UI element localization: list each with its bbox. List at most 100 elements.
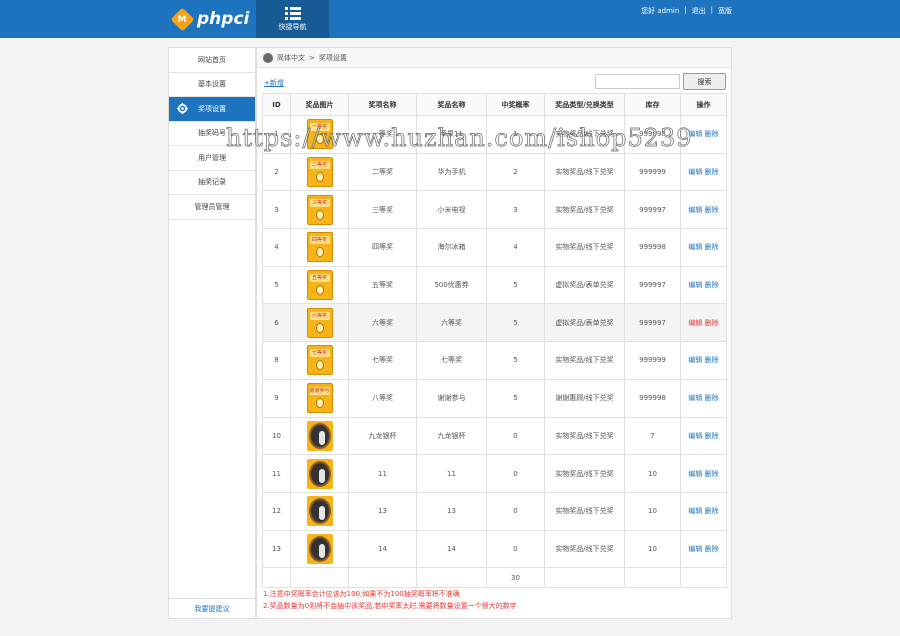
edit-link[interactable]: 编辑: [688, 394, 702, 402]
sidebar-item-users[interactable]: 用户管理: [169, 146, 255, 171]
sidebar-item-label: 奖项设置: [198, 104, 226, 113]
chest-tag: 二等奖: [309, 161, 330, 170]
delete-link[interactable]: 删除: [705, 281, 719, 289]
cell-empty: [290, 567, 349, 589]
cell-id: 3: [262, 190, 291, 230]
wide-mode-link[interactable]: 宽版: [718, 6, 732, 16]
silver-cup-icon: [306, 458, 333, 489]
delete-link[interactable]: 删除: [705, 507, 719, 515]
chest-tag: 一等奖: [309, 123, 330, 132]
breadcrumb-current: 奖项设置: [318, 53, 347, 62]
cell-id: 8: [262, 341, 291, 380]
prize-image: 谢谢参与: [306, 383, 333, 414]
cell-stock: 999997: [624, 190, 681, 230]
prize-image: 四等奖: [306, 232, 333, 263]
edit-link[interactable]: 编辑: [688, 281, 702, 289]
lock-icon: [315, 322, 324, 333]
delete-link[interactable]: 删除: [705, 356, 719, 364]
cell-level: 八等奖: [348, 378, 417, 418]
cell-stock: 10: [624, 529, 681, 569]
edit-link[interactable]: 编辑: [688, 130, 702, 138]
notes: 1.注意中奖概率合计应该为100;如果不为100抽奖概率将不准确 2.奖品数量为…: [263, 588, 517, 612]
edit-link[interactable]: 编辑: [688, 243, 702, 251]
cell-stock: 999998: [624, 378, 681, 418]
cell-prize: 14: [416, 529, 487, 569]
cell-actions: 编辑 删除: [680, 416, 727, 456]
sidebar-item-home[interactable]: 网站首页: [169, 48, 255, 73]
delete-link[interactable]: 删除: [705, 130, 719, 138]
cell-level: 三等奖: [348, 190, 417, 230]
logo[interactable]: M phpci: [170, 6, 249, 32]
edit-link[interactable]: 编辑: [688, 356, 702, 364]
cell-type: 实物奖品/线下兑奖: [544, 228, 625, 267]
edit-link[interactable]: 编辑: [688, 470, 702, 478]
cell-type: 实物奖品/线下兑奖: [544, 152, 625, 192]
cell-image: 六等奖: [290, 303, 349, 343]
chest-tag: 四等奖: [309, 236, 330, 245]
delete-link[interactable]: 删除: [705, 206, 719, 214]
lock-icon: [315, 247, 324, 258]
edit-link[interactable]: 编辑: [688, 319, 702, 327]
cell-empty: [544, 567, 625, 589]
treasure-chest-icon: 谢谢参与: [306, 383, 333, 414]
search-input[interactable]: [595, 74, 680, 89]
cell-type: 谢谢惠顾/线下兑奖: [544, 378, 625, 418]
prize-image: 一等奖: [306, 119, 333, 150]
col-header-prize: 奖品名称: [416, 93, 487, 116]
sidebar-item-basic-settings[interactable]: 基本设置: [169, 73, 255, 97]
logout-link[interactable]: 退出: [692, 6, 706, 16]
delete-link[interactable]: 删除: [705, 168, 719, 176]
table-row: 10 九龙银杯 九龙银杯 0 实物奖品/线下兑奖 7 编辑 删除: [262, 416, 727, 456]
search-button[interactable]: 搜索: [683, 73, 726, 90]
lock-icon: [315, 398, 324, 409]
sidebar-item-label: 网站首页: [198, 55, 226, 64]
quick-nav-button[interactable]: 快捷导航: [256, 0, 329, 38]
table-row: 12 13 13 0 实物奖品/线下兑奖 10 编辑 删除: [262, 491, 727, 531]
silver-cup-icon: [306, 533, 333, 564]
edit-link[interactable]: 编辑: [688, 507, 702, 515]
breadcrumb-root[interactable]: 简体中文: [277, 53, 305, 63]
delete-link[interactable]: 删除: [705, 470, 719, 478]
treasure-chest-icon: 五等奖: [306, 270, 333, 301]
edit-link[interactable]: 编辑: [688, 206, 702, 214]
sidebar-item-prize-settings[interactable]: 奖项设置: [169, 97, 255, 122]
cell-prize: 海尔冰箱: [416, 228, 487, 267]
cell-id: 4: [262, 228, 291, 267]
separator: |: [684, 6, 687, 14]
edit-link[interactable]: 编辑: [688, 545, 702, 553]
cell-image: [290, 529, 349, 569]
cell-level: 二等奖: [348, 152, 417, 192]
table-row: 2 二等奖 二等奖 华为手机 2 实物奖品/线下兑奖 999999 编辑 删除: [262, 152, 727, 192]
chest-tag: 谢谢参与: [309, 387, 330, 396]
col-header-probability: 中奖概率: [486, 93, 545, 116]
cell-stock: 999999: [624, 152, 681, 192]
user-links: 您好 admin | 退出 | 宽版: [641, 6, 732, 16]
sidebar-item-lottery-codes[interactable]: 抽奖码号: [169, 122, 255, 146]
delete-link[interactable]: 删除: [705, 243, 719, 251]
sidebar-item-admins[interactable]: 管理员管理: [169, 195, 255, 220]
delete-link[interactable]: 删除: [705, 545, 719, 553]
delete-link[interactable]: 删除: [705, 432, 719, 440]
table-row: 3 三等奖 三等奖 小米电视 3 实物奖品/线下兑奖 999997 编辑 删除: [262, 190, 727, 230]
cell-actions: 编辑 删除: [680, 152, 727, 192]
cell-actions: 编辑 删除: [680, 378, 727, 418]
delete-link[interactable]: 删除: [705, 319, 719, 327]
table-row: 13 14 14 0 实物奖品/线下兑奖 10 编辑 删除: [262, 529, 727, 569]
cell-empty: [262, 567, 291, 589]
cell-prize: 11: [416, 454, 487, 493]
prize-image: 五等奖: [306, 270, 333, 301]
edit-link[interactable]: 编辑: [688, 432, 702, 440]
edit-link[interactable]: 编辑: [688, 168, 702, 176]
cell-stock: 7: [624, 416, 681, 456]
feedback-link[interactable]: 我要提建议: [169, 598, 255, 618]
cell-probability: 5: [486, 303, 545, 343]
chest-tag: 三等奖: [309, 198, 330, 207]
menu-list-icon: [284, 6, 301, 20]
add-prize-link[interactable]: +新增: [264, 78, 284, 88]
sidebar-item-lottery-records[interactable]: 抽奖记录: [169, 171, 255, 195]
cell-id: 1: [262, 115, 291, 154]
cell-actions: 编辑 删除: [680, 341, 727, 380]
delete-link[interactable]: 删除: [705, 394, 719, 402]
cell-empty: [416, 567, 487, 589]
prize-image: 六等奖: [306, 307, 333, 338]
